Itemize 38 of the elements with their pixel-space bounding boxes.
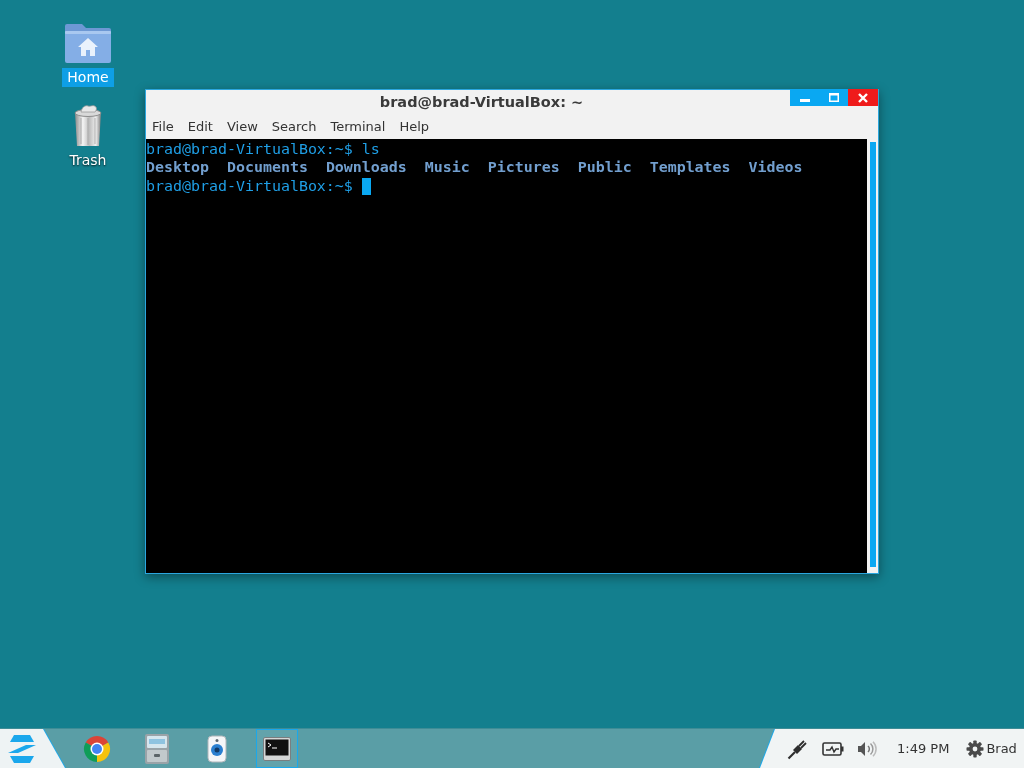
directory-name: Documents xyxy=(226,158,308,176)
minimize-icon xyxy=(799,99,810,102)
menu-item[interactable]: View xyxy=(220,115,264,137)
maximize-icon xyxy=(828,93,839,102)
browser-icon[interactable] xyxy=(83,734,111,763)
directory-name: Desktop xyxy=(146,158,209,176)
directory-name: Pictures xyxy=(487,158,560,176)
menu-item[interactable]: File xyxy=(146,115,180,137)
menu-item[interactable]: Terminal xyxy=(324,115,392,137)
home-folder-icon[interactable] xyxy=(64,22,112,64)
clock[interactable]: 1:49 PM xyxy=(897,741,950,756)
menu-item[interactable]: Help xyxy=(393,115,436,137)
menu-item[interactable]: Search xyxy=(265,115,323,137)
maximize-button[interactable] xyxy=(819,89,848,106)
directory-name: Public xyxy=(577,158,632,176)
volume-icon[interactable] xyxy=(857,740,877,757)
icon-label[interactable]: Trash xyxy=(64,151,112,170)
file-cabinet-icon[interactable] xyxy=(144,732,170,765)
terminal-icon[interactable] xyxy=(263,736,291,761)
directory-name: Downloads xyxy=(325,158,407,176)
directory-name: Videos xyxy=(748,158,803,176)
minimize-button[interactable] xyxy=(790,89,819,106)
close-icon xyxy=(858,92,868,103)
window-title: brad@brad-VirtualBox: ~ xyxy=(379,93,584,112)
start-menu-button[interactable] xyxy=(0,729,65,768)
close-button[interactable] xyxy=(848,89,878,106)
scrollbar-thumb[interactable] xyxy=(870,142,876,567)
prompt-text: brad@brad-VirtualBox:~$ ls xyxy=(146,139,380,158)
gear-icon xyxy=(966,739,985,758)
user-menu-button[interactable]: Brad xyxy=(966,739,1017,758)
battery-icon[interactable] xyxy=(822,741,844,756)
plug-icon[interactable] xyxy=(787,737,809,760)
directory-name: Templates xyxy=(649,158,731,176)
taskbar-button[interactable] xyxy=(256,729,298,768)
menu-item[interactable]: Edit xyxy=(181,115,219,137)
directory-name: Music xyxy=(424,158,470,176)
speaker-icon[interactable] xyxy=(207,734,227,763)
prompt-text: brad@brad-VirtualBox:~$ xyxy=(146,176,353,195)
